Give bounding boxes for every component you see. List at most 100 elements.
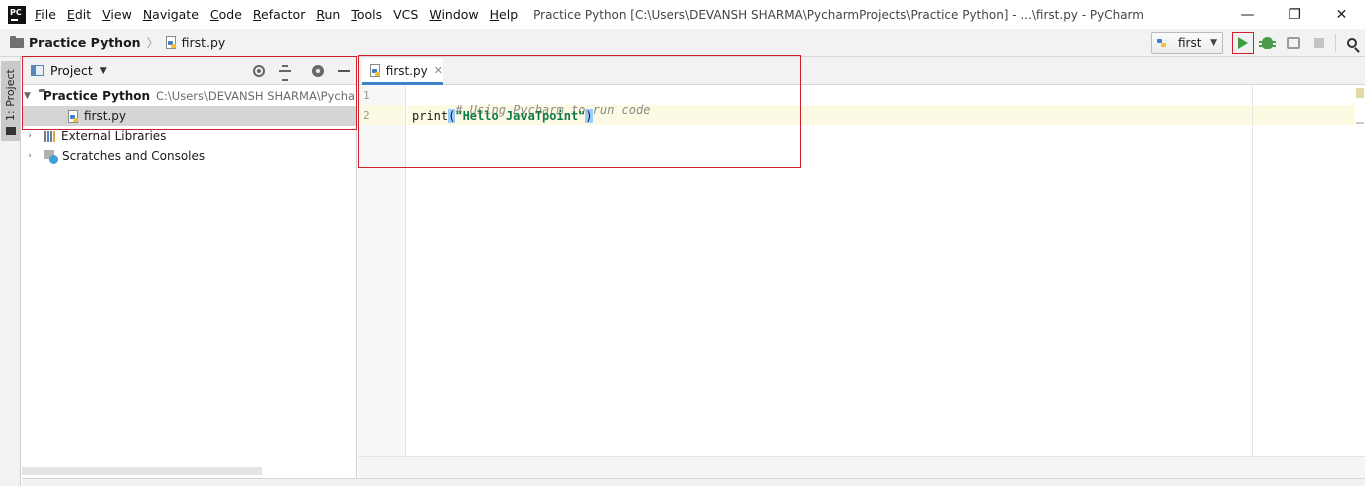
menu-tools[interactable]: Tools — [351, 7, 382, 22]
python-file-icon — [165, 36, 178, 49]
menu-window[interactable]: Window — [429, 7, 478, 22]
pycharm-logo-icon: PC — [8, 5, 26, 24]
stop-icon — [1314, 38, 1324, 48]
menu-navigate[interactable]: Navigate — [143, 7, 199, 22]
right-margin-guide — [1252, 86, 1253, 456]
panel-settings-button[interactable] — [310, 63, 326, 79]
project-panel-header: Project ▼ — [22, 57, 357, 85]
toolbar-divider — [1335, 34, 1336, 52]
run-with-coverage-button[interactable] — [1282, 32, 1304, 54]
menu-label: ile — [41, 7, 56, 22]
tree-item-scratches[interactable]: › Scratches and Consoles — [22, 146, 357, 166]
menu-label: efactor — [261, 7, 306, 22]
collapse-all-button[interactable] — [277, 63, 293, 81]
menu-items: File Edit View Navigate Code Refactor Run Tools… — [35, 7, 529, 22]
menu-mnemonic: R — [252, 7, 262, 22]
menu-mnemonic: E — [66, 7, 75, 22]
menu-refactor[interactable]: Refactor — [253, 7, 305, 22]
project-panel: Project ▼ ▼ Practice Python C:\Users\DEV… — [22, 57, 357, 486]
editor-gutter: 1 2 — [358, 86, 406, 456]
left-tool-strip: 1: Project — [0, 57, 21, 486]
play-icon — [1238, 37, 1248, 49]
gear-icon — [312, 65, 324, 77]
error-stripe[interactable] — [1355, 86, 1365, 456]
menu-label: indow — [441, 7, 479, 22]
scratches-icon — [44, 149, 58, 164]
external-libraries-label: External Libraries — [61, 129, 167, 143]
menu-label: ode — [218, 7, 242, 22]
menu-label: ools — [356, 7, 383, 22]
run-configuration-value: first — [1178, 36, 1202, 50]
project-tool-tab[interactable]: 1: Project — [1, 61, 20, 141]
menu-mnemonic: H — [489, 7, 500, 22]
breadcrumb-file[interactable]: first.py — [165, 35, 226, 50]
chevron-down-icon: ▼ — [1210, 38, 1217, 48]
menu-vcs[interactable]: VCS — [393, 7, 418, 22]
code-close-paren: ) — [585, 109, 593, 123]
menu-help[interactable]: Help — [490, 7, 519, 22]
inspection-status-marker[interactable] — [1356, 88, 1364, 98]
breadcrumb-project[interactable]: Practice Python — [10, 35, 141, 50]
menu-view[interactable]: View — [102, 7, 132, 22]
window-controls: — ❐ ✕ — [1224, 0, 1365, 29]
tree-item-project-root[interactable]: ▼ Practice Python C:\Users\DEVANSH SHARM… — [22, 86, 357, 106]
search-icon — [1347, 38, 1357, 48]
tree-item-external-libraries[interactable]: › External Libraries — [22, 126, 357, 146]
folder-icon — [10, 35, 24, 48]
minimize-button[interactable]: — — [1224, 0, 1271, 29]
folder-icon — [6, 127, 16, 135]
close-tab-icon[interactable]: ✕ — [434, 64, 443, 77]
menu-label: dit — [74, 7, 92, 22]
breadcrumb-project-label: Practice Python — [29, 35, 141, 50]
code-line-2[interactable]: print("Hello JavaTpoint") — [412, 109, 593, 123]
menu-code[interactable]: Code — [210, 7, 242, 22]
code-editor[interactable]: # Using Pycharm to run code print("Hello… — [407, 86, 1365, 456]
project-panel-title[interactable]: Project — [50, 63, 93, 78]
python-config-icon — [1156, 37, 1169, 50]
menu-label: elp — [499, 7, 519, 22]
locate-file-button[interactable] — [251, 63, 267, 79]
menu-label: VCS — [393, 7, 419, 22]
library-icon — [44, 130, 57, 142]
menu-mnemonic: C — [209, 7, 219, 22]
collapse-all-icon — [279, 65, 291, 81]
menu-mnemonic: N — [142, 7, 153, 22]
editor-tab-bar: first.py ✕ — [358, 57, 1365, 85]
chevron-down-icon[interactable]: ▼ — [100, 66, 107, 76]
stop-button[interactable] — [1308, 32, 1330, 54]
scratches-label: Scratches and Consoles — [62, 149, 206, 163]
debug-button[interactable] — [1256, 32, 1278, 54]
code-string-literal: "Hello JavaTpoint" — [455, 109, 586, 123]
horizontal-scrollbar[interactable] — [22, 467, 262, 475]
tab-first-py[interactable]: first.py ✕ — [362, 59, 443, 85]
python-file-icon — [67, 109, 80, 123]
tree-item-first-py[interactable]: first.py — [22, 106, 357, 126]
project-root-label: Practice Python — [42, 89, 151, 103]
menu-file[interactable]: File — [35, 7, 56, 22]
menu-edit[interactable]: Edit — [67, 7, 91, 22]
line-number: 2 — [363, 109, 370, 122]
run-configuration-select[interactable]: first ▼ — [1151, 32, 1223, 54]
chevron-right-icon[interactable]: › — [24, 151, 36, 161]
menu-mnemonic: W — [429, 7, 442, 22]
restore-button[interactable]: ❐ — [1271, 0, 1318, 29]
close-window-button[interactable]: ✕ — [1318, 0, 1365, 29]
chevron-right-icon[interactable]: › — [24, 131, 36, 141]
menu-run[interactable]: Run — [316, 7, 340, 22]
navigation-bar: Practice Python 〉 first.py first ▼ — [0, 29, 1365, 57]
run-button[interactable] — [1232, 32, 1254, 54]
project-tool-tab-label: 1: Project — [4, 69, 17, 121]
window-title: Practice Python [C:\Users\DEVANSH SHARMA… — [533, 7, 1144, 22]
menu-bar: PC File Edit View Navigate Code Refactor Run To… — [0, 0, 1365, 29]
line-number: 1 — [363, 89, 370, 102]
chevron-expanded-icon[interactable]: ▼ — [24, 91, 31, 101]
minimize-icon — [338, 70, 350, 72]
line-marker[interactable] — [1356, 122, 1364, 124]
menu-label: un — [324, 7, 341, 22]
breadcrumb-separator: 〉 — [146, 36, 159, 50]
search-everywhere-button[interactable] — [1341, 32, 1363, 54]
menu-label: iew — [110, 7, 132, 22]
hide-panel-button[interactable] — [336, 63, 352, 79]
breadcrumb-file-label: first.py — [181, 35, 226, 50]
editor-bottom-area — [358, 456, 1365, 478]
